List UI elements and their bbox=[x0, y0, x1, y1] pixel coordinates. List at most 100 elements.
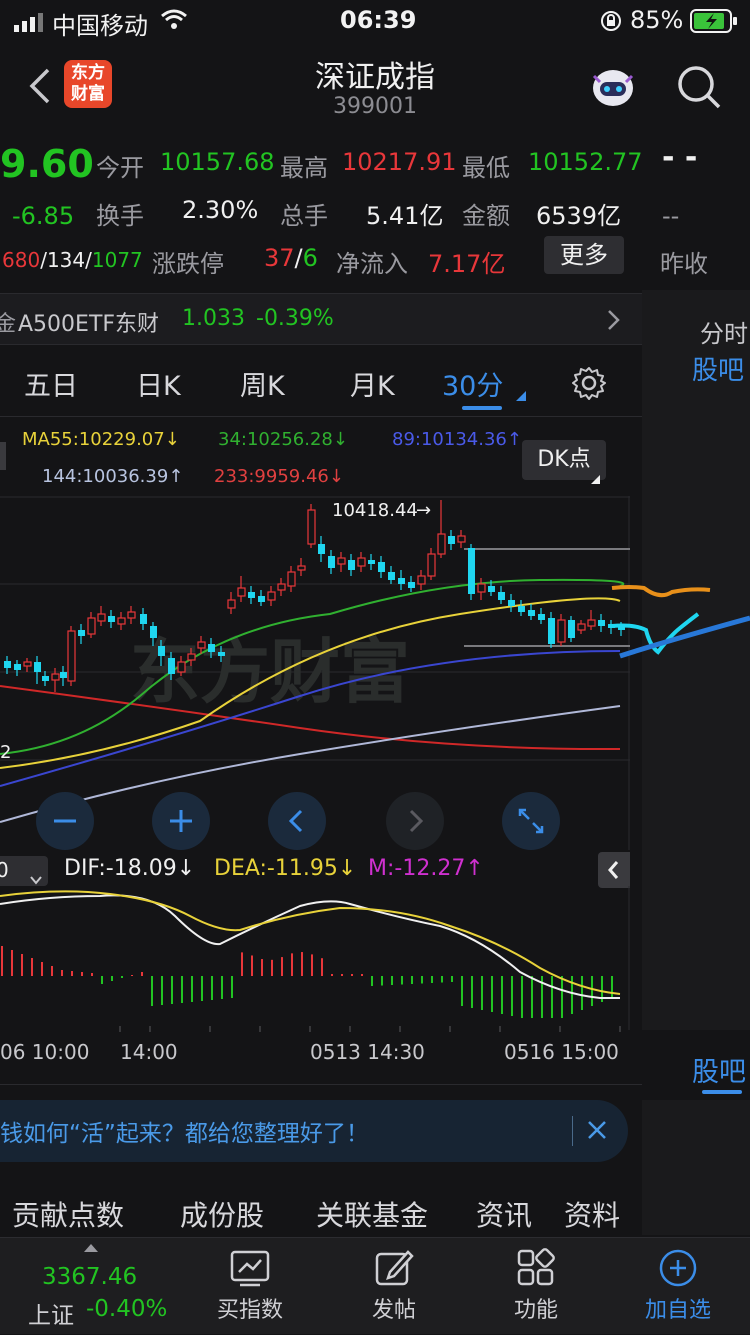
ma-legend: MA55:10229.07↓ 34:10256.28↓ 89:10134.36↑… bbox=[0, 418, 630, 496]
chevron-right-icon bbox=[606, 308, 622, 336]
tab-contribution[interactable]: 贡献点数 bbox=[12, 1194, 124, 1234]
inflow-label: 净流入 bbox=[336, 250, 408, 278]
bottom-toolbar: 3367.46 上证 -0.40% 买指数 发帖 功能 加自选 bbox=[0, 1237, 750, 1334]
settings-gear-icon[interactable] bbox=[572, 366, 606, 404]
macd-period-select[interactable]: 0 bbox=[0, 856, 48, 886]
etf-name: A500ETF东财 bbox=[18, 312, 160, 337]
macd-chart[interactable] bbox=[0, 886, 630, 1030]
info-subtabs: 贡献点数 成份股 关联基金 资讯 资料 bbox=[0, 1180, 642, 1240]
collapse-panel-button[interactable] bbox=[598, 852, 630, 888]
macd-legend: 0 DIF:-18.09↓ DEA:-11.95↓ M:-12.27↑ bbox=[0, 852, 630, 888]
legend-edge bbox=[0, 442, 6, 470]
candle-body bbox=[168, 658, 175, 674]
index-name: 上证 bbox=[28, 1303, 74, 1329]
clock: 06:39 bbox=[340, 6, 417, 34]
divider bbox=[0, 416, 642, 417]
status-bar: 中国移动 06:39 85% bbox=[0, 0, 750, 44]
search-icon[interactable] bbox=[676, 64, 722, 114]
divider bbox=[0, 1084, 642, 1085]
close-icon[interactable] bbox=[586, 1119, 608, 1145]
tab-week-k[interactable]: 周K bbox=[240, 364, 285, 403]
intraday-tab[interactable]: 分时 bbox=[700, 314, 748, 349]
time-label-4: 0516 15:00 bbox=[504, 1040, 619, 1064]
scroll-right-button[interactable] bbox=[386, 792, 444, 850]
turnover-value: 2.30% bbox=[182, 196, 259, 224]
candle-body bbox=[297, 565, 306, 571]
ma89-label: 89:10134.36↑ bbox=[392, 429, 522, 450]
candle-body bbox=[197, 641, 206, 649]
candle-body bbox=[78, 630, 85, 636]
post-button[interactable]: 发帖 bbox=[334, 1248, 454, 1324]
candle-body bbox=[508, 600, 515, 606]
candle-body bbox=[67, 630, 76, 682]
kline-chart[interactable]: 东方财富 10418.44 → 2 bbox=[0, 496, 630, 850]
etf-prefix: 金 bbox=[0, 312, 17, 337]
robot-assistant-icon[interactable] bbox=[588, 62, 638, 116]
more-button[interactable]: 更多 bbox=[544, 236, 624, 274]
candle-body bbox=[287, 571, 296, 587]
etf-price: 1.033 bbox=[182, 306, 245, 331]
candle-body bbox=[51, 673, 60, 681]
add-watchlist-button[interactable]: 加自选 bbox=[618, 1248, 738, 1324]
tab-month-k[interactable]: 月K bbox=[350, 364, 395, 403]
peak-arrow-icon: → bbox=[416, 500, 431, 521]
volume-value: 5.41亿 bbox=[366, 202, 444, 230]
zoom-out-button[interactable] bbox=[36, 792, 94, 850]
peak-price-label: 10418.44 bbox=[332, 500, 418, 521]
candle-body bbox=[417, 575, 426, 585]
candle-body bbox=[208, 644, 215, 652]
wifi-icon bbox=[160, 8, 188, 36]
market-index-widget[interactable]: 3367.46 上证 -0.40% bbox=[0, 1238, 180, 1335]
high-label: 最高 bbox=[280, 154, 328, 182]
time-label-3: 0513 14:30 bbox=[310, 1040, 425, 1064]
candle-body bbox=[23, 661, 32, 667]
scroll-left-button[interactable] bbox=[268, 792, 326, 850]
tab-related-funds[interactable]: 关联基金 bbox=[316, 1194, 428, 1234]
carrier-name: 中国移动 bbox=[52, 12, 148, 40]
guba-tab-label[interactable]: 股吧 bbox=[692, 1050, 746, 1089]
open-label: 今开 bbox=[96, 154, 144, 182]
dk-dropdown-icon bbox=[591, 468, 600, 489]
add-circle-icon bbox=[659, 1249, 697, 1287]
tab-constituents[interactable]: 成份股 bbox=[180, 1194, 264, 1234]
m-value: M:-12.27↑ bbox=[368, 856, 484, 881]
side-dash-2: -- bbox=[662, 202, 680, 230]
candle-body bbox=[318, 544, 325, 554]
promo-banner[interactable]: 钱如何“活”起来？都给您整理好了！ bbox=[0, 1100, 628, 1162]
tab-five-day[interactable]: 五日 bbox=[24, 364, 78, 403]
divider bbox=[572, 1116, 573, 1146]
candle-body bbox=[177, 661, 186, 673]
candle-body bbox=[42, 676, 49, 681]
guba-tab[interactable]: 股吧 bbox=[692, 350, 744, 387]
time-ticks bbox=[119, 1026, 621, 1032]
time-label-2: 14:00 bbox=[120, 1040, 178, 1064]
candle-body bbox=[557, 619, 566, 643]
time-axis: 06 10:00 14:00 0513 14:30 0516 15:00 bbox=[0, 1026, 630, 1072]
macd-svg bbox=[0, 886, 630, 1030]
chart-icon bbox=[230, 1250, 270, 1287]
candle-body bbox=[398, 578, 405, 584]
high-value: 10217.91 bbox=[342, 148, 457, 176]
period-tabs: 五日 日K 周K 月K 30分 bbox=[0, 350, 630, 416]
limit-values: 37/6 bbox=[264, 244, 318, 272]
candle-body bbox=[548, 618, 555, 644]
tab-profile[interactable]: 资料 bbox=[564, 1194, 620, 1234]
related-etf-bar[interactable]: 金 A500ETF东财 1.033 -0.39% bbox=[0, 293, 642, 345]
zoom-in-button[interactable] bbox=[152, 792, 210, 850]
candle-body bbox=[248, 592, 255, 598]
low-label: 最低 bbox=[462, 154, 510, 182]
candle-body bbox=[87, 617, 96, 635]
candle-body bbox=[538, 614, 545, 620]
buy-index-button[interactable]: 买指数 bbox=[190, 1248, 310, 1324]
features-button[interactable]: 功能 bbox=[476, 1248, 596, 1324]
open-value: 10157.68 bbox=[160, 148, 275, 176]
candle-body bbox=[477, 583, 486, 593]
candle-body bbox=[227, 599, 236, 609]
tab-news[interactable]: 资讯 bbox=[476, 1194, 532, 1234]
fullscreen-button[interactable] bbox=[502, 792, 560, 850]
tab-day-k[interactable]: 日K bbox=[136, 364, 181, 403]
candle-body bbox=[307, 509, 316, 545]
candle-body bbox=[518, 606, 525, 612]
candle-body bbox=[187, 653, 196, 661]
tab-30min[interactable]: 30分 bbox=[442, 364, 503, 403]
